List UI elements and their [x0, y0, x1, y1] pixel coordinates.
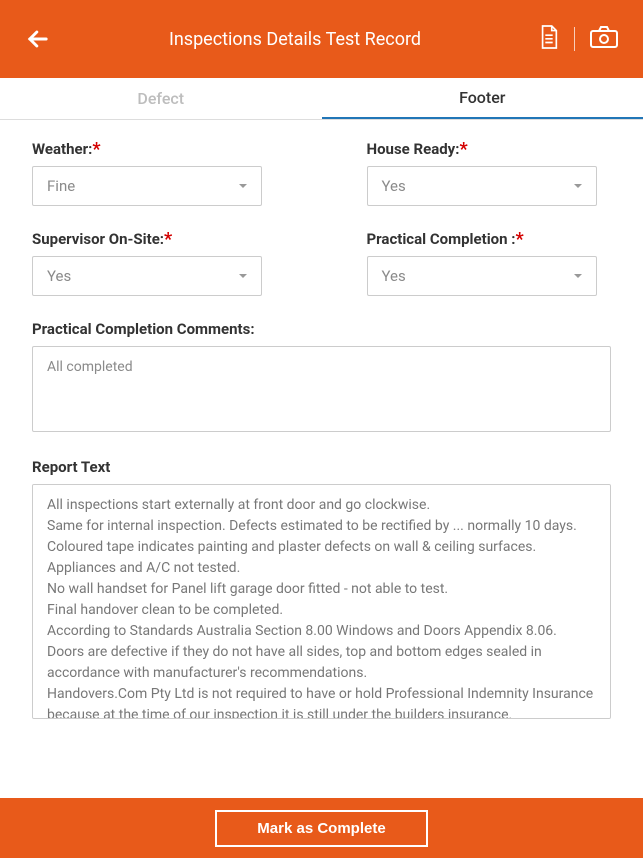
chevron-down-icon: [239, 184, 247, 188]
tab-footer[interactable]: Footer: [322, 78, 643, 119]
mark-complete-button[interactable]: Mark as Complete: [215, 810, 427, 847]
footer-action-bar: Mark as Complete: [0, 798, 643, 858]
page-title: Inspections Details Test Record: [52, 29, 538, 50]
house-ready-select[interactable]: Yes: [367, 166, 597, 206]
tab-bar: Defect Footer: [0, 78, 643, 120]
chevron-down-icon: [574, 274, 582, 278]
form-body: Weather:* Fine House Ready:* Yes Supervi…: [0, 120, 643, 798]
supervisor-label: Supervisor On-Site:*: [32, 230, 277, 248]
practical-completion-select[interactable]: Yes: [367, 256, 597, 296]
weather-label: Weather:*: [32, 140, 277, 158]
house-ready-value: Yes: [382, 177, 574, 195]
comments-textarea[interactable]: [32, 346, 611, 432]
document-icon[interactable]: [538, 24, 560, 54]
report-textarea[interactable]: [32, 484, 611, 719]
header-separator: [574, 27, 575, 51]
chevron-down-icon: [239, 274, 247, 278]
supervisor-select[interactable]: Yes: [32, 256, 262, 296]
house-ready-label: House Ready:*: [367, 140, 612, 158]
chevron-down-icon: [574, 184, 582, 188]
practical-completion-label: Practical Completion :*: [367, 230, 612, 248]
weather-value: Fine: [47, 177, 239, 195]
app-header: Inspections Details Test Record: [0, 0, 643, 78]
weather-select[interactable]: Fine: [32, 166, 262, 206]
back-icon[interactable]: [24, 25, 52, 53]
report-label: Report Text: [32, 458, 611, 476]
header-action-group: [538, 24, 619, 54]
practical-completion-value: Yes: [382, 267, 574, 285]
supervisor-value: Yes: [47, 267, 239, 285]
camera-icon[interactable]: [589, 25, 619, 53]
tab-defect[interactable]: Defect: [0, 78, 322, 119]
comments-label: Practical Completion Comments:: [32, 320, 611, 338]
